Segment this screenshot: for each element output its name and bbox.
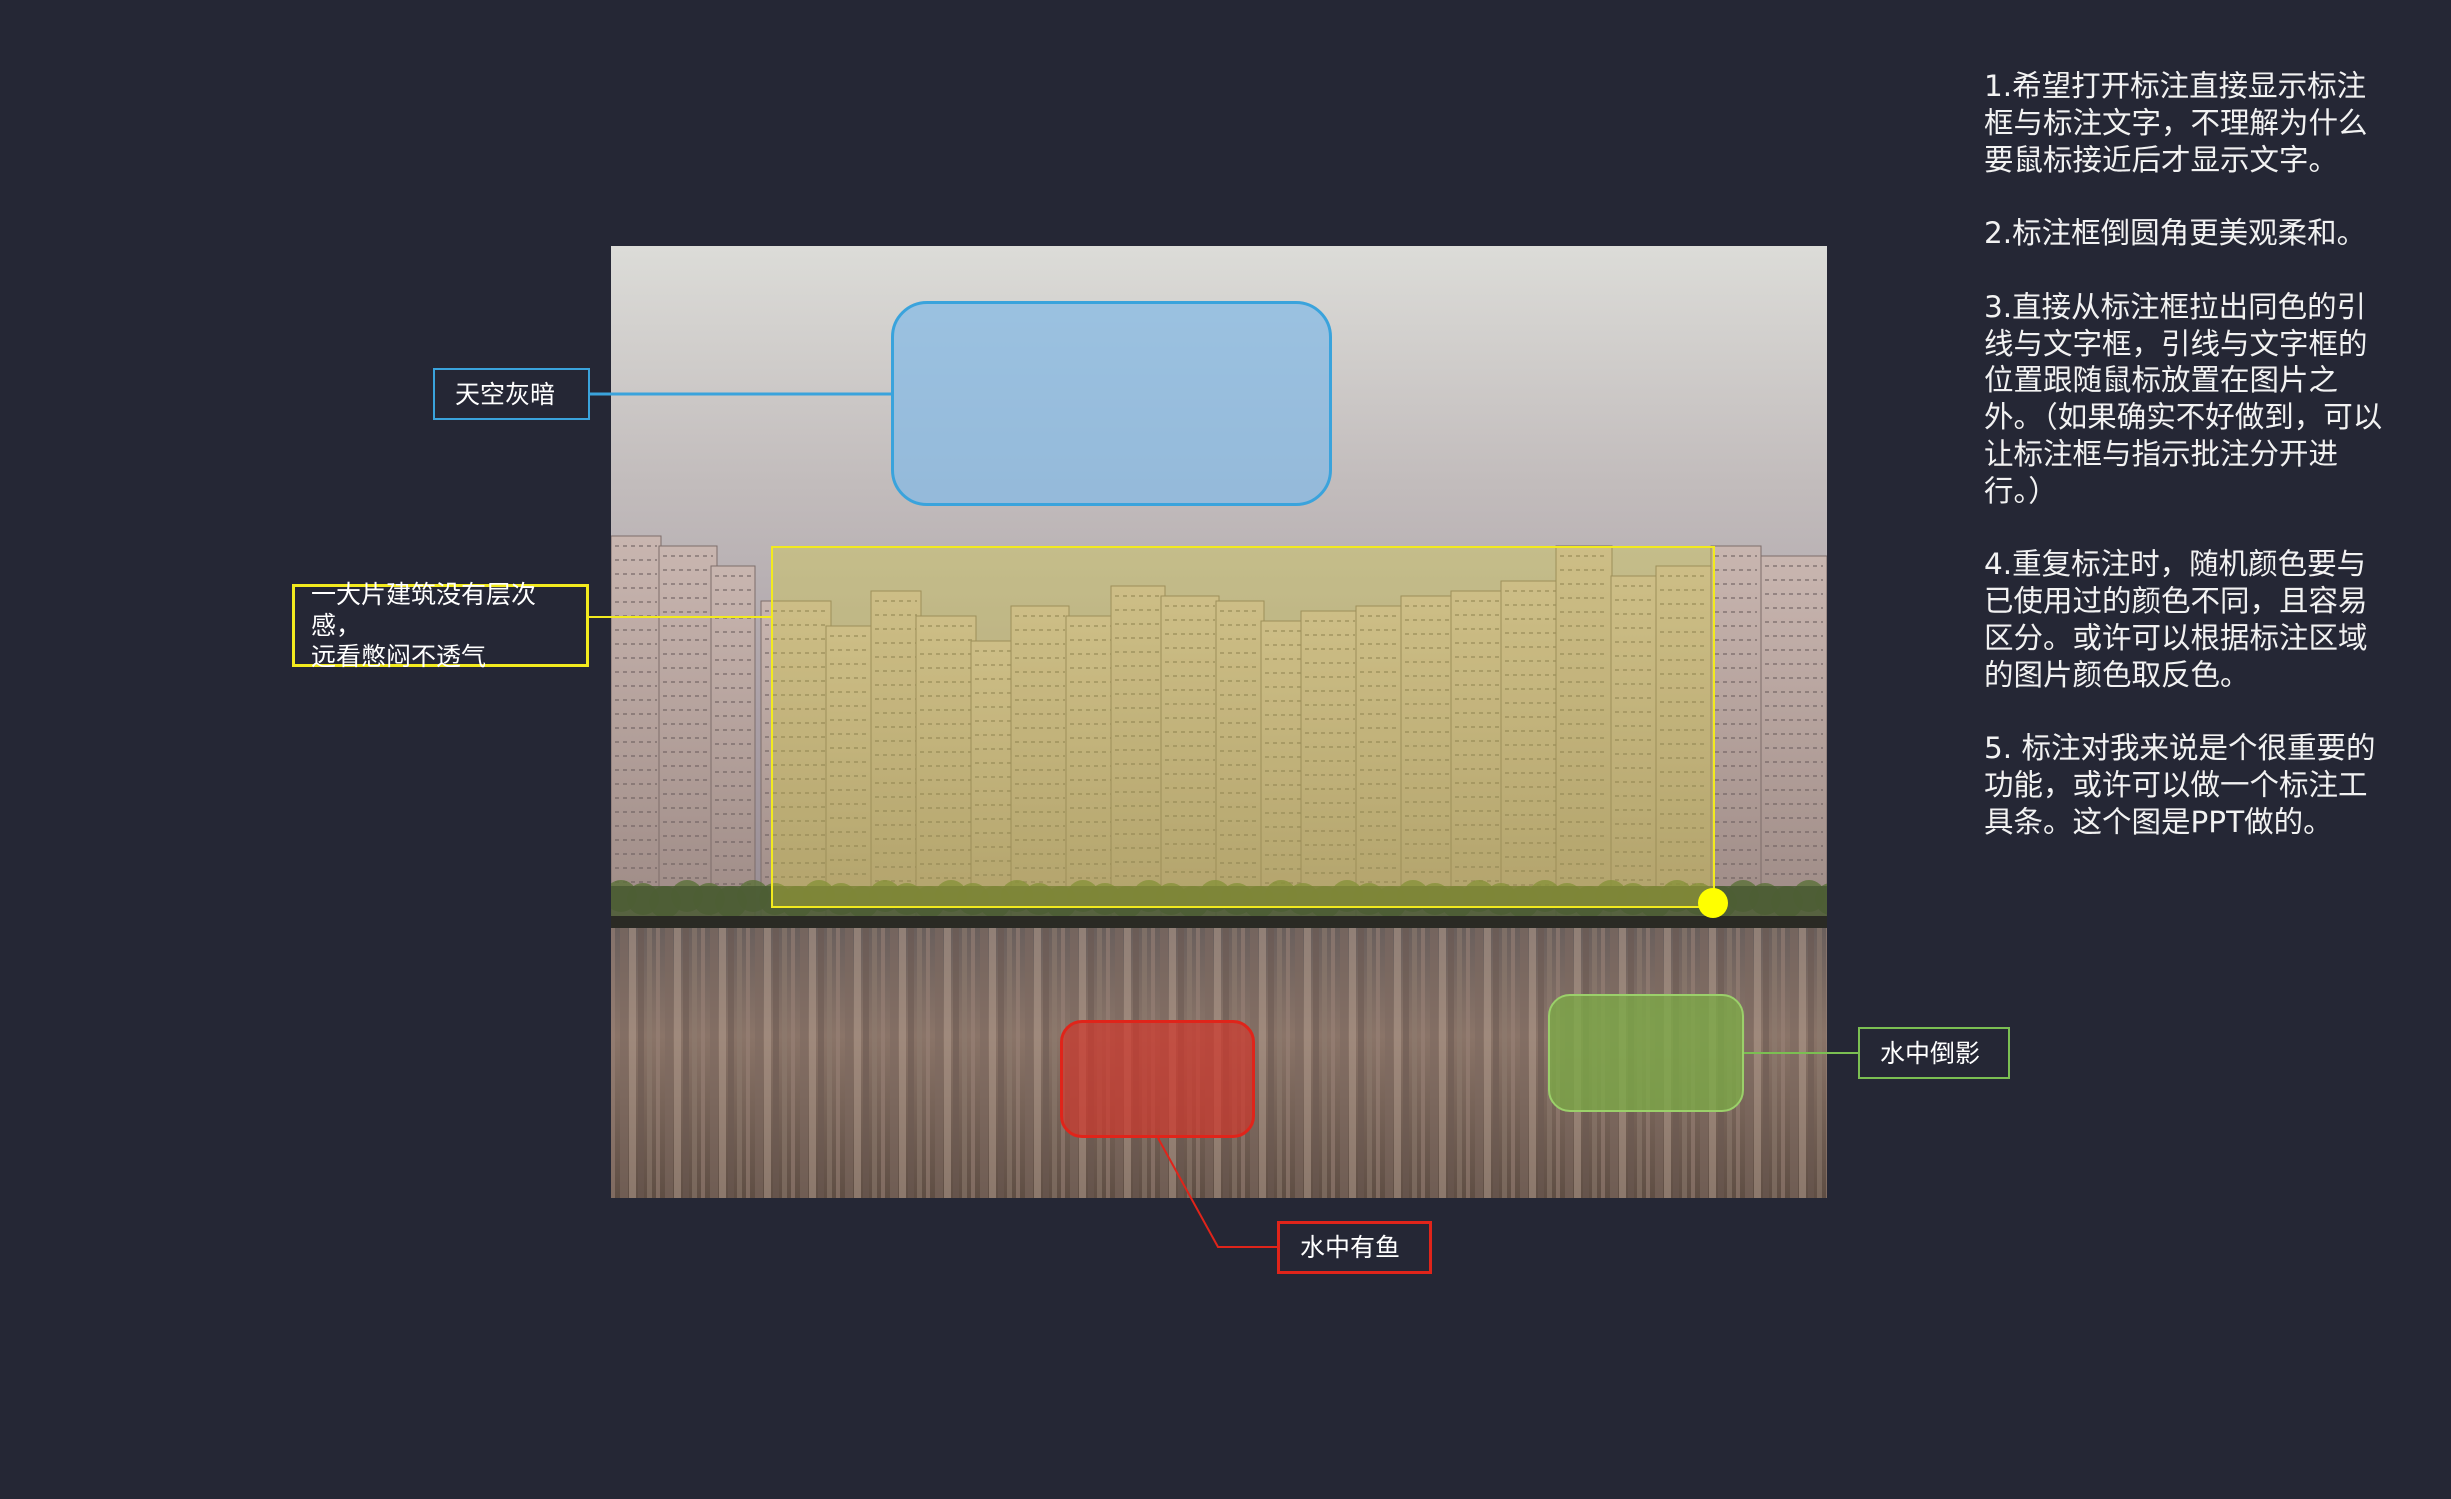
note-3: 3.直接从标注框拉出同色的引线与文字框，引线与文字框的位置跟随鼠标放置在图片之外… — [1984, 289, 2383, 508]
feedback-notes: 1.希望打开标注直接显示标注框与标注文字，不理解为什么要鼠标接近后才显示文字。 … — [1984, 68, 2394, 878]
note-1: 1.希望打开标注直接显示标注框与标注文字，不理解为什么要鼠标接近后才显示文字。 — [1984, 69, 2368, 177]
note-2: 2.标注框倒圆角更美观柔和。 — [1984, 216, 2367, 251]
note-5: 5. 标注对我来说是个很重要的功能，或许可以做一个标注工具条。这个图是PPT做的… — [1984, 731, 2376, 839]
buildings-callout-text: 一大片建筑没有层次感， 远看憋闷不透气 — [311, 580, 537, 671]
reflection-callout-text: 水中倒影 — [1880, 1038, 1981, 1068]
note-4: 4.重复标注时，随机颜色要与已使用过的颜色不同，且容易区分。或许可以根据标注区域… — [1984, 547, 2368, 692]
fish-annotation-box[interactable] — [1060, 1020, 1255, 1138]
buildings-annotation-box[interactable] — [771, 546, 1715, 908]
sky-annotation-box[interactable] — [891, 301, 1332, 506]
reflection-annotation-box[interactable] — [1548, 994, 1744, 1112]
resize-handle[interactable] — [1698, 888, 1728, 918]
fish-callout-text: 水中有鱼 — [1300, 1233, 1401, 1262]
sky-callout-text: 天空灰暗 — [455, 379, 556, 409]
sky-callout-label[interactable]: 天空灰暗 — [433, 368, 590, 420]
buildings-callout-label[interactable]: 一大片建筑没有层次感， 远看憋闷不透气 — [292, 580, 589, 671]
fish-callout-label[interactable]: 水中有鱼 — [1277, 1221, 1432, 1274]
reflection-callout-label[interactable]: 水中倒影 — [1858, 1027, 2010, 1079]
